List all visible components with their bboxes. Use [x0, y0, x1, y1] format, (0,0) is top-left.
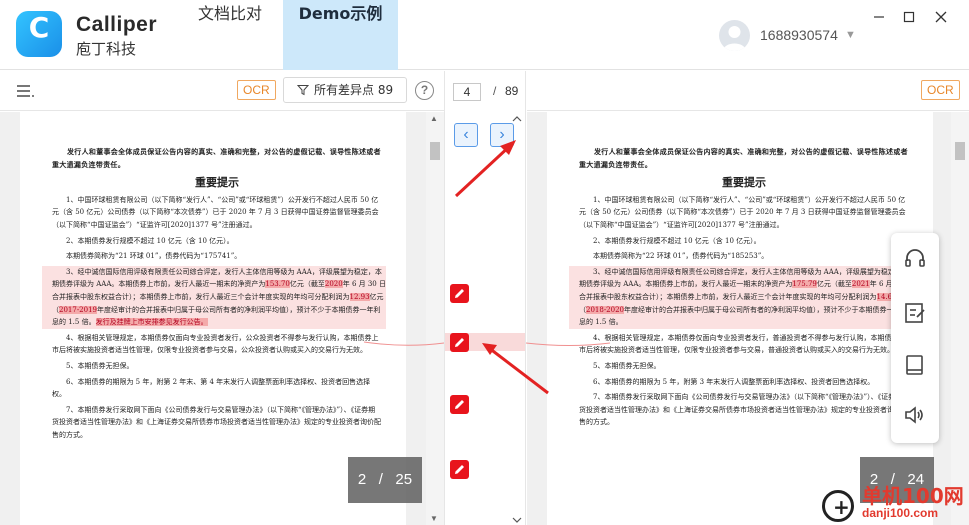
ocr-button-left[interactable]: OCR: [237, 80, 276, 100]
diff-highlight-block[interactable]: 3、经中诚信国际信用评级有限责任公司综合评定，发行人主体信用等级为 AAA，评级…: [569, 265, 913, 329]
doc-paragraph: 6、本期债券的期限为 5 年，附第 3 年末发行人调整票面利率选择权、投资者回售…: [593, 377, 875, 386]
diff-mark: 175.79: [792, 280, 817, 289]
headset-icon[interactable]: [903, 247, 927, 271]
diff-marker-button[interactable]: [450, 460, 469, 479]
doc-heading: 重要提示: [195, 176, 239, 190]
pencil-icon: [455, 400, 464, 409]
diff-filter-label: 所有差异点 89: [314, 83, 394, 97]
doc-paragraph: 1、中国环球租赁有限公司（以下简称“发行人”、“公司”或“环球租赁”）公开发行不…: [579, 195, 906, 229]
minimize-button[interactable]: [868, 8, 890, 30]
speaker-icon[interactable]: [903, 403, 927, 427]
left-toolbar: OCR 所有差异点 89 ?: [0, 71, 444, 111]
help-icon[interactable]: ?: [415, 81, 434, 100]
brand-name: Calliper: [76, 13, 158, 36]
ocr-button-right[interactable]: OCR: [921, 80, 960, 100]
page-total: 25: [395, 471, 413, 488]
close-icon: [935, 11, 947, 23]
doc-header: 发行人和董事会全体成员保证公告内容的真实、准确和完整，对公告的虚假记载、误导性陈…: [52, 147, 381, 169]
doc-header: 发行人和董事会全体成员保证公告内容的真实、准确和完整，对公告的虚假记载、误导性陈…: [579, 147, 908, 169]
doc-text: 年度经审计的合并报表中归属于母公司所有者的净利润平均值），预计不少于本期债券一年…: [579, 305, 908, 327]
scroll-down-icon[interactable]: ▼: [430, 514, 438, 523]
chevron-down-icon[interactable]: ▼: [845, 29, 856, 41]
doc-paragraph: 5、本期债券无担保。: [593, 361, 661, 370]
username[interactable]: 1688930574: [760, 27, 838, 43]
doc-paragraph: 1、中国环球租赁有限公司（以下简称“发行人”、“公司”或“环球租赁”）公开发行不…: [52, 195, 379, 229]
doc-paragraph: 7、本期债券发行采取网下面向《公司债券发行与交易管理办法》（以下简称“《管理办法…: [52, 405, 381, 439]
edit-note-icon[interactable]: [903, 301, 927, 325]
diff-mark: 153.70: [265, 280, 290, 289]
side-tool-panel: [891, 233, 939, 443]
pencil-icon: [455, 289, 464, 298]
diff-total: 89: [505, 84, 519, 98]
scroll-thumb[interactable]: [430, 142, 440, 160]
diff-mark: 2018-2020: [586, 305, 624, 314]
diff-marker-button[interactable]: [450, 284, 469, 303]
right-scrollbar[interactable]: [951, 112, 969, 525]
watermark-brand: 单机100网: [862, 484, 964, 508]
avatar[interactable]: [719, 20, 750, 51]
left-page-indicator: 2 / 25: [348, 457, 422, 503]
page-current: 2: [357, 471, 367, 488]
watermark: + 单机100网 danji100.com: [822, 478, 969, 525]
diff-filter-button[interactable]: 所有差异点 89: [283, 77, 407, 103]
diff-mark: 发行及挂牌上市安排参见发行公告。: [95, 318, 208, 327]
close-button[interactable]: [930, 8, 952, 30]
left-scrollbar[interactable]: ▲ ▼: [426, 112, 444, 525]
menu-list-icon[interactable]: [15, 83, 35, 99]
tab-document-compare[interactable]: 文档比对: [185, 0, 275, 70]
pencil-icon: [455, 465, 464, 474]
doc-paragraph: 6、本期债券的期限为 5 年，附第 2 年末、第 4 年末发行人调整票面利率选择…: [52, 377, 371, 399]
scroll-up-icon[interactable]: ▲: [430, 114, 438, 123]
watermark-logo-icon: +: [822, 490, 854, 522]
left-document-text: 发行人和董事会全体成员保证公告内容的真实、准确和完整，对公告的虚假记载、误导性陈…: [42, 146, 386, 444]
diff-mark: 2021: [851, 280, 870, 289]
prev-diff-button[interactable]: ‹: [454, 123, 478, 147]
filter-icon: [297, 85, 309, 96]
logo-letter: C: [28, 11, 50, 44]
doc-text: 亿元（截至: [816, 280, 852, 289]
book-icon[interactable]: [903, 353, 927, 377]
diff-highlight-block[interactable]: 3、经中诚信国际信用评级有限责任公司综合评定，发行人主体信用等级为 AAA，评级…: [42, 265, 386, 329]
doc-heading: 重要提示: [722, 176, 766, 190]
diff-index-input[interactable]: 4: [453, 83, 481, 101]
doc-paragraph: 2、本期债券发行规模不超过 10 亿元（含 10 亿元）。: [66, 236, 234, 245]
doc-paragraph: 本期债券简称为“21 环球 01”，债券代码为“175741”。: [66, 252, 242, 261]
doc-paragraph: 5、本期债券无担保。: [66, 361, 134, 370]
scroll-thumb[interactable]: [955, 142, 965, 160]
diff-navigator: 4 / 89 ‹ ›: [444, 71, 526, 525]
diff-mark: 12.93: [349, 292, 370, 301]
navigator-scrollbar[interactable]: [509, 116, 525, 525]
doc-text: 亿元（截至: [289, 280, 325, 289]
diff-marker-button[interactable]: [450, 395, 469, 414]
diff-mark: 2020: [324, 280, 343, 289]
watermark-domain: danji100.com: [862, 506, 939, 520]
right-toolbar: OCR: [527, 71, 969, 111]
diff-marker-button-active[interactable]: [450, 333, 469, 352]
maximize-button[interactable]: [898, 8, 920, 30]
maximize-icon: [903, 11, 915, 23]
minimize-icon: [874, 16, 884, 18]
pencil-icon: [455, 338, 464, 347]
brand-subtitle: 庖丁科技: [76, 40, 137, 58]
title-bar: C Calliper 庖丁科技 文档比对 Demo示例 1688930574 ▼: [0, 0, 969, 70]
diff-mark: 2017-2019: [59, 305, 97, 314]
left-document-view[interactable]: 发行人和董事会全体成员保证公告内容的真实、准确和完整，对公告的虚假记载、误导性陈…: [0, 112, 444, 525]
doc-paragraph: 2、本期债券发行规模不超过 10 亿元（含 10 亿元）。: [593, 236, 761, 245]
doc-paragraph: 7、本期债券发行采取网下面向《公司债券发行与交易管理办法》（以下简称“《管理办法…: [579, 393, 908, 427]
calliper-logo: C: [16, 11, 62, 57]
user-avatar-icon: [723, 26, 746, 51]
diff-separator: /: [493, 84, 497, 98]
right-document-text: 发行人和董事会全体成员保证公告内容的真实、准确和完整，对公告的虚假记载、误导性陈…: [569, 146, 913, 432]
tab-demo-examples[interactable]: Demo示例: [283, 0, 398, 70]
doc-paragraph: 4、根据相关管理规定，本期债券仅面向专业投资者发行，普通投资者不得参与发行认购，…: [579, 333, 906, 355]
doc-paragraph: 本期债券简称为“22 环球 01”，债券代码为“185253”。: [593, 252, 769, 261]
doc-paragraph: 4、根据相关管理规定，本期债券仅面向专业投资者发行，公众投资者不得参与发行认购，…: [52, 333, 379, 355]
